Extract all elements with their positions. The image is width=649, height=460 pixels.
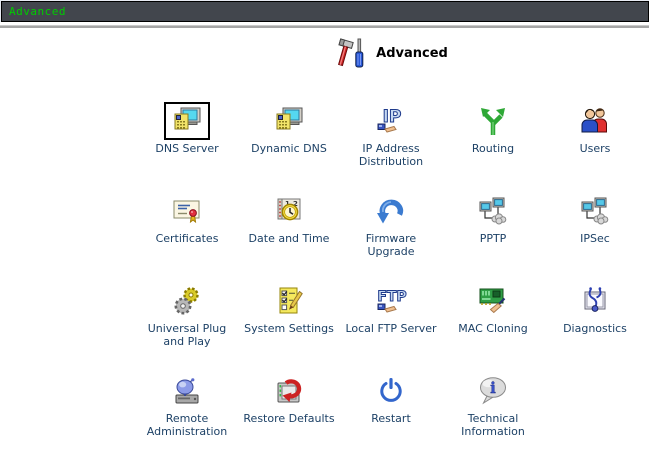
system-settings-icon <box>266 282 312 320</box>
users-icon <box>572 102 618 140</box>
dns-server-icon <box>164 102 210 140</box>
grid-item-label: Local FTP Server <box>345 322 437 335</box>
pptp-icon <box>470 192 516 230</box>
date-and-time-icon: 1 2 <box>266 192 312 230</box>
icon-grid: DNS Server Dynamic DNS IP IP Address Dis… <box>136 100 649 460</box>
grid-item-system-settings[interactable]: System Settings <box>238 280 340 370</box>
topbar-wrap: Advanced <box>0 0 649 22</box>
grid-item-ip-address-distribution[interactable]: IP IP Address Distribution <box>340 100 442 190</box>
grid-item-pptp[interactable]: PPTP <box>442 190 544 280</box>
grid-item-label: Remote Administration <box>146 412 228 438</box>
grid-item-ipsec[interactable]: IPSec <box>544 190 646 280</box>
grid-item-certificates[interactable]: Certificates <box>136 190 238 280</box>
topbar-title: Advanced <box>9 5 66 18</box>
grid-item-label: Firmware Upgrade <box>365 232 417 258</box>
grid-item-label: System Settings <box>244 322 334 335</box>
grid-item-universal-plug-and-play[interactable]: Universal Plug and Play <box>136 280 238 370</box>
grid-item-technical-information[interactable]: i Technical Information <box>442 370 544 460</box>
ip-address-distribution-icon: IP <box>368 102 414 140</box>
grid-item-date-and-time[interactable]: 1 2 Date and Time <box>238 190 340 280</box>
dynamic-dns-icon <box>266 102 312 140</box>
grid-item-restore-defaults[interactable]: Restore Defaults <box>238 370 340 460</box>
grid-item-label: PPTP <box>479 232 507 245</box>
grid-item-local-ftp-server[interactable]: FTP Local FTP Server <box>340 280 442 370</box>
page-title-row: Advanced <box>136 36 649 70</box>
certificates-icon <box>164 192 210 230</box>
grid-item-restart[interactable]: Restart <box>340 370 442 460</box>
grid-item-label: Dynamic DNS <box>251 142 327 155</box>
tools-icon <box>338 37 366 69</box>
upnp-icon <box>164 282 210 320</box>
divider <box>0 25 649 28</box>
grid-item-label: Users <box>579 142 611 155</box>
grid-item-label: Restart <box>371 412 411 425</box>
grid-item-remote-administration[interactable]: Remote Administration <box>136 370 238 460</box>
grid-item-label: Certificates <box>155 232 219 245</box>
grid-item-label: IPSec <box>580 232 610 245</box>
grid-item-firmware-upgrade[interactable]: Firmware Upgrade <box>340 190 442 280</box>
local-ftp-server-icon: FTP <box>368 282 414 320</box>
grid-item-routing[interactable]: Routing <box>442 100 544 190</box>
grid-item-diagnostics[interactable]: Diagnostics <box>544 280 646 370</box>
remote-administration-icon <box>164 372 210 410</box>
ipsec-icon <box>572 192 618 230</box>
grid-item-label: Routing <box>471 142 515 155</box>
grid-item-label: IP Address Distribution <box>358 142 424 168</box>
grid-item-dns-server[interactable]: DNS Server <box>136 100 238 190</box>
firmware-upgrade-icon <box>368 192 414 230</box>
restart-icon <box>368 372 414 410</box>
svg-text:i: i <box>490 379 496 397</box>
topbar: Advanced <box>1 1 649 22</box>
grid-item-label: Universal Plug and Play <box>147 322 227 348</box>
grid-item-label: MAC Cloning <box>458 322 528 335</box>
grid-item-dynamic-dns[interactable]: Dynamic DNS <box>238 100 340 190</box>
technical-information-icon: i <box>470 372 516 410</box>
grid-item-label: Diagnostics <box>563 322 627 335</box>
diagnostics-icon <box>572 282 618 320</box>
grid-item-label: DNS Server <box>155 142 219 155</box>
routing-icon <box>470 102 516 140</box>
grid-item-label: Technical Information <box>461 412 525 438</box>
grid-item-mac-cloning[interactable]: MAC Cloning <box>442 280 544 370</box>
grid-item-label: Date and Time <box>248 232 330 245</box>
page-title: Advanced <box>376 45 448 61</box>
svg-text:FTP: FTP <box>377 289 406 305</box>
restore-defaults-icon <box>266 372 312 410</box>
grid-item-label: Restore Defaults <box>243 412 335 425</box>
grid-item-users[interactable]: Users <box>544 100 646 190</box>
mac-cloning-icon <box>470 282 516 320</box>
